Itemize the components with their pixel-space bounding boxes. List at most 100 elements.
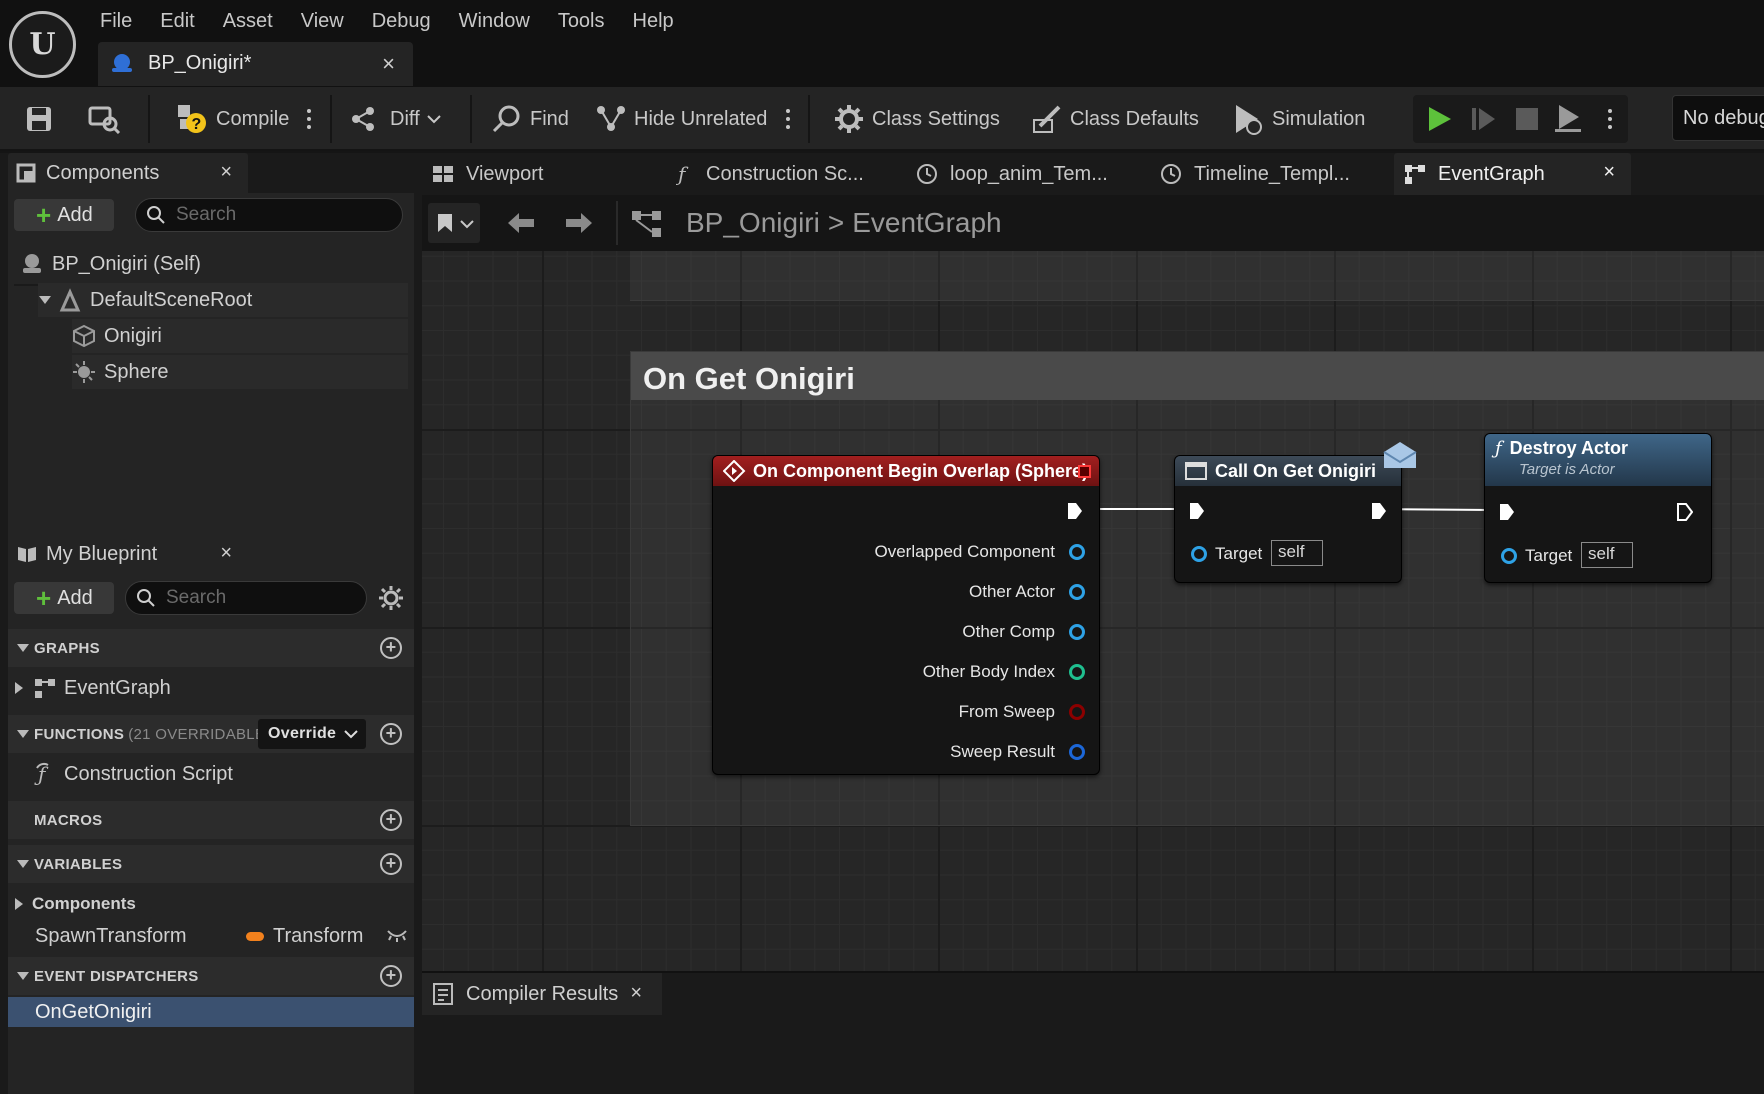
graphs-section-header[interactable]: GRAPHS + bbox=[8, 629, 414, 667]
delegate-pin-icon[interactable] bbox=[1078, 465, 1091, 478]
event-node-begin-overlap[interactable]: On Component Begin Overlap (Sphere) Over… bbox=[712, 455, 1100, 775]
target-self-field[interactable]: self bbox=[1581, 542, 1633, 568]
override-dropdown[interactable]: Override bbox=[258, 719, 366, 749]
tab-viewport[interactable]: Viewport bbox=[432, 153, 543, 195]
dispatcher-item-ongetonigiri[interactable]: OnGetOnigiri bbox=[8, 997, 414, 1027]
menu-view[interactable]: View bbox=[287, 6, 358, 36]
object-pin-icon[interactable] bbox=[1069, 584, 1085, 600]
eye-closed-icon[interactable] bbox=[386, 927, 408, 943]
object-pin-icon[interactable] bbox=[1069, 544, 1085, 560]
struct-pin-icon[interactable] bbox=[1069, 744, 1085, 760]
exec-out-pin-icon[interactable] bbox=[1371, 502, 1387, 520]
graph-hierarchy-icon bbox=[632, 211, 661, 237]
menu-edit[interactable]: Edit bbox=[146, 6, 208, 36]
step-icon[interactable] bbox=[1469, 105, 1497, 133]
expand-arrow-icon[interactable] bbox=[38, 295, 52, 305]
tab-loop-anim-timeline[interactable]: loop_anim_Tem... bbox=[916, 153, 1108, 195]
menu-tools[interactable]: Tools bbox=[544, 6, 619, 36]
browse-asset-icon[interactable] bbox=[88, 104, 122, 134]
tree-item-default-scene-root[interactable]: DefaultSceneRoot bbox=[38, 283, 408, 317]
tree-item-self[interactable]: BP_Onigiri (Self) bbox=[20, 247, 201, 281]
expand-arrow-icon[interactable] bbox=[14, 897, 24, 911]
hide-unrelated-button[interactable]: Hide Unrelated bbox=[596, 87, 767, 151]
add-graph-icon[interactable]: + bbox=[380, 637, 402, 659]
object-pin-icon[interactable] bbox=[1069, 624, 1085, 640]
exec-in-pin-icon[interactable] bbox=[1189, 502, 1205, 520]
settings-gear-icon[interactable] bbox=[378, 585, 404, 611]
eject-icon[interactable] bbox=[1553, 103, 1583, 133]
expand-arrow-icon[interactable] bbox=[14, 681, 24, 695]
target-self-field[interactable]: self bbox=[1271, 540, 1323, 566]
transform-type-pill-icon bbox=[246, 932, 264, 941]
find-button[interactable]: Find bbox=[492, 87, 569, 151]
simulation-button[interactable]: Simulation bbox=[1232, 87, 1365, 151]
exec-out-pin-icon[interactable] bbox=[1677, 503, 1693, 521]
close-tab-icon[interactable]: × bbox=[630, 982, 642, 1005]
gear-icon bbox=[835, 105, 863, 133]
play-icon[interactable] bbox=[1425, 105, 1453, 133]
class-settings-button[interactable]: Class Settings bbox=[834, 87, 1000, 151]
function-node-destroy-actor[interactable]: ƒ Destroy Actor Target is Actor Target s… bbox=[1484, 433, 1712, 583]
variable-item-spawn-transform[interactable]: SpawnTransform Transform bbox=[35, 919, 408, 953]
bookmark-dropdown[interactable] bbox=[428, 203, 480, 243]
tab-timeline-template[interactable]: Timeline_Templ... bbox=[1160, 153, 1350, 195]
menu-asset[interactable]: Asset bbox=[209, 6, 287, 36]
variable-category-components[interactable]: Components bbox=[14, 887, 136, 921]
integer-pin-icon[interactable] bbox=[1069, 664, 1085, 680]
breadcrumb: BP_Onigiri > EventGraph bbox=[686, 207, 1002, 239]
forward-arrow-icon[interactable] bbox=[564, 211, 594, 235]
class-defaults-button[interactable]: Class Defaults bbox=[1032, 87, 1199, 151]
tree-item-onigiri[interactable]: Onigiri bbox=[72, 319, 408, 353]
graph-item-eventgraph[interactable]: EventGraph bbox=[14, 671, 171, 705]
compiler-results-tab[interactable]: Compiler Results × bbox=[422, 973, 662, 1015]
unreal-logo-icon[interactable]: U bbox=[9, 11, 76, 78]
menu-help[interactable]: Help bbox=[619, 6, 688, 36]
add-macro-icon[interactable]: + bbox=[380, 809, 402, 831]
back-arrow-icon[interactable] bbox=[506, 211, 536, 235]
event-dispatchers-section-header[interactable]: EVENT DISPATCHERS + bbox=[8, 957, 414, 995]
function-item-construction-script[interactable]: ƒ Construction Script bbox=[34, 757, 233, 791]
menu-debug[interactable]: Debug bbox=[358, 6, 445, 36]
my-blueprint-search-input[interactable]: Search bbox=[125, 581, 367, 615]
compile-status-icon: ? bbox=[178, 105, 206, 133]
compile-options-icon[interactable] bbox=[307, 109, 311, 133]
close-tab-icon[interactable]: × bbox=[1603, 161, 1615, 184]
diff-button[interactable]: Diff bbox=[350, 87, 450, 151]
call-node-on-get-onigiri[interactable]: Call On Get Onigiri Target self bbox=[1174, 442, 1417, 583]
exec-out-pin-icon[interactable] bbox=[1067, 502, 1083, 520]
stop-icon[interactable] bbox=[1513, 105, 1541, 133]
variable-type: Transform bbox=[273, 924, 364, 947]
tab-construction-script[interactable]: ƒ Construction Sc... bbox=[676, 153, 864, 195]
target-pin-icon[interactable] bbox=[1191, 546, 1207, 562]
menu-file[interactable]: File bbox=[86, 6, 146, 36]
add-component-button[interactable]: + Add bbox=[14, 199, 114, 231]
functions-section-header[interactable]: FUNCTIONS (21 OVERRIDABLE Override + bbox=[8, 715, 414, 753]
document-tab[interactable]: BP_Onigiri* × bbox=[98, 42, 413, 86]
play-options-icon[interactable] bbox=[1608, 109, 1612, 133]
debug-object-dropdown[interactable]: No debug bbox=[1672, 95, 1764, 141]
save-icon[interactable] bbox=[26, 106, 52, 132]
compile-button[interactable]: ? Compile bbox=[176, 87, 289, 151]
components-search-input[interactable]: Search bbox=[135, 198, 403, 232]
close-my-blueprint-icon[interactable]: × bbox=[220, 542, 232, 565]
breadcrumb-root[interactable]: BP_Onigiri bbox=[686, 207, 820, 239]
components-tab[interactable]: Components × bbox=[8, 153, 248, 193]
tree-item-sphere[interactable]: Sphere bbox=[72, 355, 408, 389]
add-dispatcher-icon[interactable]: + bbox=[380, 965, 402, 987]
variables-section-header[interactable]: VARIABLES + bbox=[8, 845, 414, 883]
tab-eventgraph[interactable]: EventGraph × bbox=[1394, 153, 1631, 195]
hide-unrelated-options-icon[interactable] bbox=[786, 109, 790, 133]
menu-window[interactable]: Window bbox=[445, 6, 544, 36]
add-member-button[interactable]: + Add bbox=[14, 582, 114, 614]
add-function-icon[interactable]: + bbox=[380, 723, 402, 745]
add-variable-icon[interactable]: + bbox=[380, 853, 402, 875]
graph-canvas[interactable]: On Get Onigiri On Component Begin Overla… bbox=[422, 251, 1764, 971]
functions-overridable-count: (21 OVERRIDABLE bbox=[128, 725, 266, 743]
macros-section-header[interactable]: MACROS + bbox=[8, 801, 414, 839]
exec-in-pin-icon[interactable] bbox=[1499, 503, 1515, 521]
target-pin-icon[interactable] bbox=[1501, 548, 1517, 564]
my-blueprint-tab[interactable]: My Blueprint × bbox=[8, 534, 248, 574]
bool-pin-icon[interactable] bbox=[1069, 704, 1085, 720]
close-components-icon[interactable]: × bbox=[220, 161, 232, 184]
close-tab-icon[interactable]: × bbox=[382, 51, 395, 77]
